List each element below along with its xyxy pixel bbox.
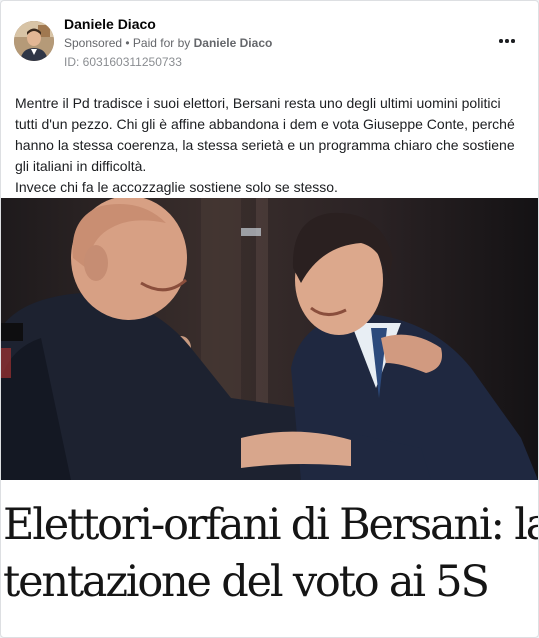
dot — [505, 39, 509, 43]
dot — [511, 39, 515, 43]
ad-image[interactable] — [1, 198, 538, 480]
page-name-link[interactable]: Daniele Diaco — [64, 16, 156, 32]
ad-id: ID: 603160311250733 — [64, 55, 182, 69]
avatar-photo-icon — [14, 21, 54, 61]
paid-for-name: Daniele Diaco — [193, 36, 273, 50]
post-text-line: tutti d'un pezzo. Chi gli è affine abban… — [15, 116, 515, 132]
headline-line: Elettori-orfani di Bersani: la — [3, 500, 539, 550]
sponsored-info: Sponsored • Paid for by Daniele Diaco — [64, 36, 272, 50]
post-text-line: gli italiani in difficoltà. — [15, 158, 147, 174]
post-body-text: Mentre il Pd tradisce i suoi elettori, B… — [15, 93, 525, 198]
post-header: Daniele Diaco Sponsored • Paid for by Da… — [1, 1, 538, 81]
politicians-embrace-photo — [1, 198, 538, 480]
post-text-line: hanno la stessa coerenza, la stessa seri… — [15, 137, 515, 153]
profile-avatar[interactable] — [14, 21, 54, 61]
creative-headline: Elettori-orfani di Bersani: la tentazion… — [3, 497, 538, 611]
post-text-line: Mentre il Pd tradisce i suoi elettori, B… — [15, 95, 501, 111]
more-options-button[interactable] — [493, 27, 521, 55]
dot — [499, 39, 503, 43]
post-text-line: Invece chi fa le accozzaglie sostiene so… — [15, 179, 338, 195]
sponsored-label: Sponsored — [64, 36, 123, 50]
ad-post-card: Daniele Diaco Sponsored • Paid for by Da… — [0, 0, 539, 638]
headline-line: tentazione del voto ai 5S — [3, 557, 490, 607]
paid-for-prefix: • Paid for by — [122, 36, 194, 50]
